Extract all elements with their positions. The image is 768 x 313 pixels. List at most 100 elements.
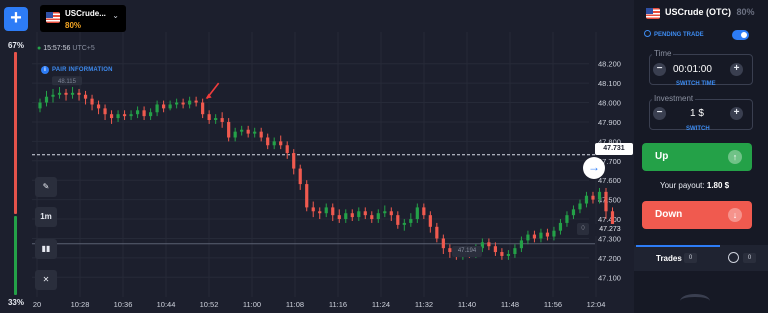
- candle-body: [135, 110, 140, 115]
- candle-body: [155, 104, 159, 113]
- investment-increment-button[interactable]: +: [730, 107, 743, 120]
- candle-body: [513, 248, 517, 254]
- time-decrement-button[interactable]: −: [653, 63, 666, 76]
- candle-body: [448, 248, 452, 253]
- candle-body: [292, 153, 296, 169]
- history-count-badge: 0: [743, 253, 756, 263]
- trades-tab-label[interactable]: Trades: [656, 254, 682, 263]
- x-tick-label: 11:48: [501, 300, 519, 309]
- pair-information-button[interactable]: i PAIR INFORMATION: [41, 66, 113, 74]
- draw-tool-button[interactable]: ✎: [35, 177, 57, 197]
- x-tick-label: 11:32: [415, 300, 433, 309]
- investment-decrement-button[interactable]: −: [653, 107, 666, 120]
- candle-body: [272, 141, 276, 146]
- candle-body: [103, 108, 107, 115]
- candle-body: [194, 100, 198, 103]
- online-dot-icon: ●: [37, 45, 42, 52]
- candle-body: [168, 104, 172, 109]
- candle-body: [578, 203, 582, 210]
- scroll-to-latest-button[interactable]: →: [583, 157, 605, 179]
- sentiment-down-pct: 33%: [7, 298, 24, 307]
- x-tick-label: 10:28: [71, 300, 90, 309]
- candle-body: [318, 211, 322, 214]
- bell-icon[interactable]: ♢: [577, 223, 589, 235]
- investment-value[interactable]: 1 $: [690, 108, 704, 119]
- candle-body: [383, 211, 387, 214]
- alert-price-tag: 47.273: [591, 224, 629, 236]
- candle-body: [376, 213, 380, 220]
- candle-body: [240, 129, 244, 132]
- candle-body: [77, 92, 81, 95]
- candle-body: [441, 238, 445, 249]
- candle-body: [122, 114, 127, 117]
- payout-label: Your payout:: [660, 181, 705, 190]
- y-tick-label: 47.500: [598, 196, 621, 205]
- asset-payout: 80%: [65, 21, 82, 30]
- candle-body: [396, 215, 400, 225]
- time-field-label: Time: [652, 49, 674, 58]
- low-price-label: 47.194: [452, 246, 482, 257]
- candle-body: [51, 94, 55, 97]
- candle-body: [565, 215, 569, 223]
- sentiment-bar-green: [14, 216, 17, 295]
- price-chart[interactable]: 48.20048.10048.00047.90047.80047.70047.6…: [32, 32, 630, 313]
- panel-asset-name: USCrude (OTC): [665, 7, 731, 17]
- switch-time-link[interactable]: SWITCH TIME: [676, 81, 716, 87]
- y-tick-label: 47.900: [598, 118, 621, 127]
- x-tick-label: 20: [33, 300, 41, 309]
- time-increment-button[interactable]: +: [730, 63, 743, 76]
- loading-arc-icon: [680, 294, 710, 308]
- candle-body: [129, 114, 133, 117]
- up-button-label: Up: [655, 151, 669, 162]
- asset-selector[interactable]: USCrude... 80% ⌄: [40, 5, 126, 32]
- y-tick-label: 48.100: [598, 79, 621, 88]
- clock-icon: [644, 30, 651, 37]
- pair-information-label: PAIR INFORMATION: [52, 67, 113, 73]
- time-value[interactable]: 00:01:00: [673, 64, 712, 75]
- candle-body: [214, 118, 218, 121]
- candle-body: [83, 94, 88, 99]
- candle-body: [181, 102, 185, 105]
- x-tick-label: 11:00: [243, 300, 261, 309]
- sentiment-strip: + 67% 33%: [0, 0, 32, 313]
- candle-body: [44, 96, 49, 103]
- candle-body: [409, 219, 413, 223]
- timeframe-button[interactable]: 1m: [35, 207, 57, 227]
- switch-investment-link[interactable]: SWITCH: [686, 126, 710, 132]
- candle-body: [148, 112, 153, 117]
- candle-body: [344, 213, 348, 220]
- x-tick-label: 11:24: [372, 300, 390, 309]
- candle-body: [435, 226, 439, 239]
- x-tick-label: 10:44: [157, 300, 176, 309]
- panel-asset-payout: 80%: [736, 7, 755, 17]
- candle-body: [188, 100, 192, 105]
- candle-body: [493, 246, 497, 253]
- candle-body: [584, 195, 589, 204]
- x-tick-label: 11:40: [458, 300, 476, 309]
- candle-body: [38, 102, 42, 109]
- candle-body: [266, 137, 270, 146]
- indicators-button[interactable]: ✕: [35, 270, 57, 290]
- history-icon[interactable]: [728, 252, 739, 263]
- candle-body: [604, 191, 608, 212]
- up-button[interactable]: Up ↑: [642, 143, 752, 171]
- x-tick-label: 12:04: [587, 300, 606, 309]
- candle-body: [57, 92, 62, 95]
- candle-body: [116, 114, 120, 119]
- candle-body: [539, 232, 543, 239]
- candle-body: [363, 211, 367, 216]
- candle-body: [305, 184, 309, 208]
- candle-body: [259, 131, 263, 138]
- candle-body: [402, 222, 406, 225]
- pending-trade-toggle[interactable]: [732, 30, 749, 40]
- candle-body: [591, 195, 595, 200]
- add-chart-button[interactable]: +: [4, 7, 28, 31]
- candle-body: [324, 207, 328, 214]
- asset-name: USCrude...: [65, 9, 106, 18]
- candle-body: [597, 191, 602, 200]
- chart-type-button[interactable]: ▮▮: [35, 239, 57, 259]
- candle-body: [162, 104, 166, 109]
- candle-body: [487, 242, 491, 247]
- down-button[interactable]: Down ↓: [642, 201, 752, 229]
- y-tick-label: 47.200: [598, 254, 621, 263]
